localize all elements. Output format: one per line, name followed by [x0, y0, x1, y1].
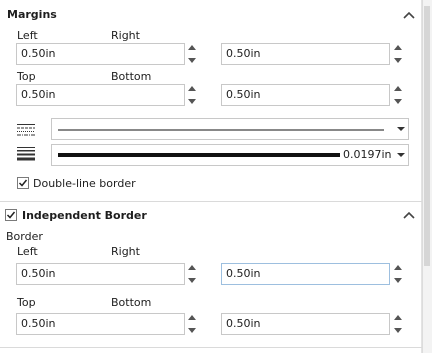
margins-section-title: Margins	[7, 8, 57, 21]
solid-line-preview	[58, 129, 384, 131]
scrollbar-thumb[interactable]	[424, 6, 430, 266]
spin-up-icon[interactable]	[392, 45, 404, 56]
border-top-stepper[interactable]	[186, 313, 198, 335]
margin-top-label: Top	[17, 70, 36, 83]
thick-line-preview	[58, 153, 340, 157]
border-left-input[interactable]: 0.50in	[16, 263, 185, 285]
checkmark-icon	[18, 179, 28, 187]
section-divider	[0, 201, 422, 202]
independent-border-checkbox[interactable]	[5, 209, 17, 221]
border-right-stepper[interactable]	[392, 263, 404, 285]
margin-right-label: Right	[111, 29, 140, 42]
border-right-label: Right	[111, 245, 140, 258]
spin-down-icon[interactable]	[392, 278, 404, 289]
chevron-up-icon	[403, 11, 415, 19]
line-weight-value: 0.0197in	[343, 148, 392, 161]
margin-right-input[interactable]: 0.50in	[221, 43, 390, 65]
margin-left-stepper[interactable]	[186, 43, 198, 65]
spin-up-icon[interactable]	[392, 86, 404, 97]
spin-down-icon[interactable]	[392, 328, 404, 339]
spin-up-icon[interactable]	[186, 86, 198, 97]
section-divider	[0, 347, 422, 348]
spin-down-icon[interactable]	[186, 99, 198, 110]
spin-up-icon[interactable]	[392, 315, 404, 326]
chevron-down-icon[interactable]	[394, 145, 408, 165]
border-right-input[interactable]: 0.50in	[221, 263, 390, 285]
border-bottom-stepper[interactable]	[392, 313, 404, 335]
independent-border-collapse-button[interactable]	[401, 209, 417, 221]
margin-right-stepper[interactable]	[392, 43, 404, 65]
line-style-icon	[17, 123, 35, 137]
margin-bottom-label: Bottom	[111, 70, 152, 83]
checkmark-icon	[6, 211, 16, 219]
line-style-dropdown[interactable]	[51, 118, 409, 140]
spin-up-icon[interactable]	[186, 45, 198, 56]
spin-up-icon[interactable]	[392, 265, 404, 276]
margin-top-input[interactable]: 0.50in	[16, 84, 185, 106]
border-left-stepper[interactable]	[186, 263, 198, 285]
border-group-label: Border	[6, 230, 43, 243]
border-top-label: Top	[17, 296, 36, 309]
line-weight-dropdown[interactable]: 0.0197in	[51, 144, 409, 166]
border-bottom-label: Bottom	[111, 296, 152, 309]
border-left-label: Left	[17, 245, 38, 258]
spin-down-icon[interactable]	[392, 58, 404, 69]
double-line-border-label[interactable]: Double-line border	[33, 177, 136, 190]
margins-collapse-button[interactable]	[401, 9, 417, 21]
margin-bottom-input[interactable]: 0.50in	[221, 84, 390, 106]
margin-bottom-stepper[interactable]	[392, 84, 404, 106]
spin-down-icon[interactable]	[392, 99, 404, 110]
spin-up-icon[interactable]	[186, 315, 198, 326]
chevron-down-icon[interactable]	[394, 119, 408, 139]
margin-top-stepper[interactable]	[186, 84, 198, 106]
border-top-input[interactable]: 0.50in	[16, 313, 185, 335]
spin-down-icon[interactable]	[186, 278, 198, 289]
margin-left-input[interactable]: 0.50in	[16, 43, 185, 65]
margin-left-label: Left	[17, 29, 38, 42]
spin-up-icon[interactable]	[186, 265, 198, 276]
line-weight-icon	[17, 147, 35, 161]
independent-border-title: Independent Border	[22, 209, 147, 222]
spin-down-icon[interactable]	[186, 58, 198, 69]
double-line-border-checkbox[interactable]	[17, 177, 29, 189]
chevron-up-icon	[403, 211, 415, 219]
spin-down-icon[interactable]	[186, 328, 198, 339]
border-bottom-input[interactable]: 0.50in	[221, 313, 390, 335]
